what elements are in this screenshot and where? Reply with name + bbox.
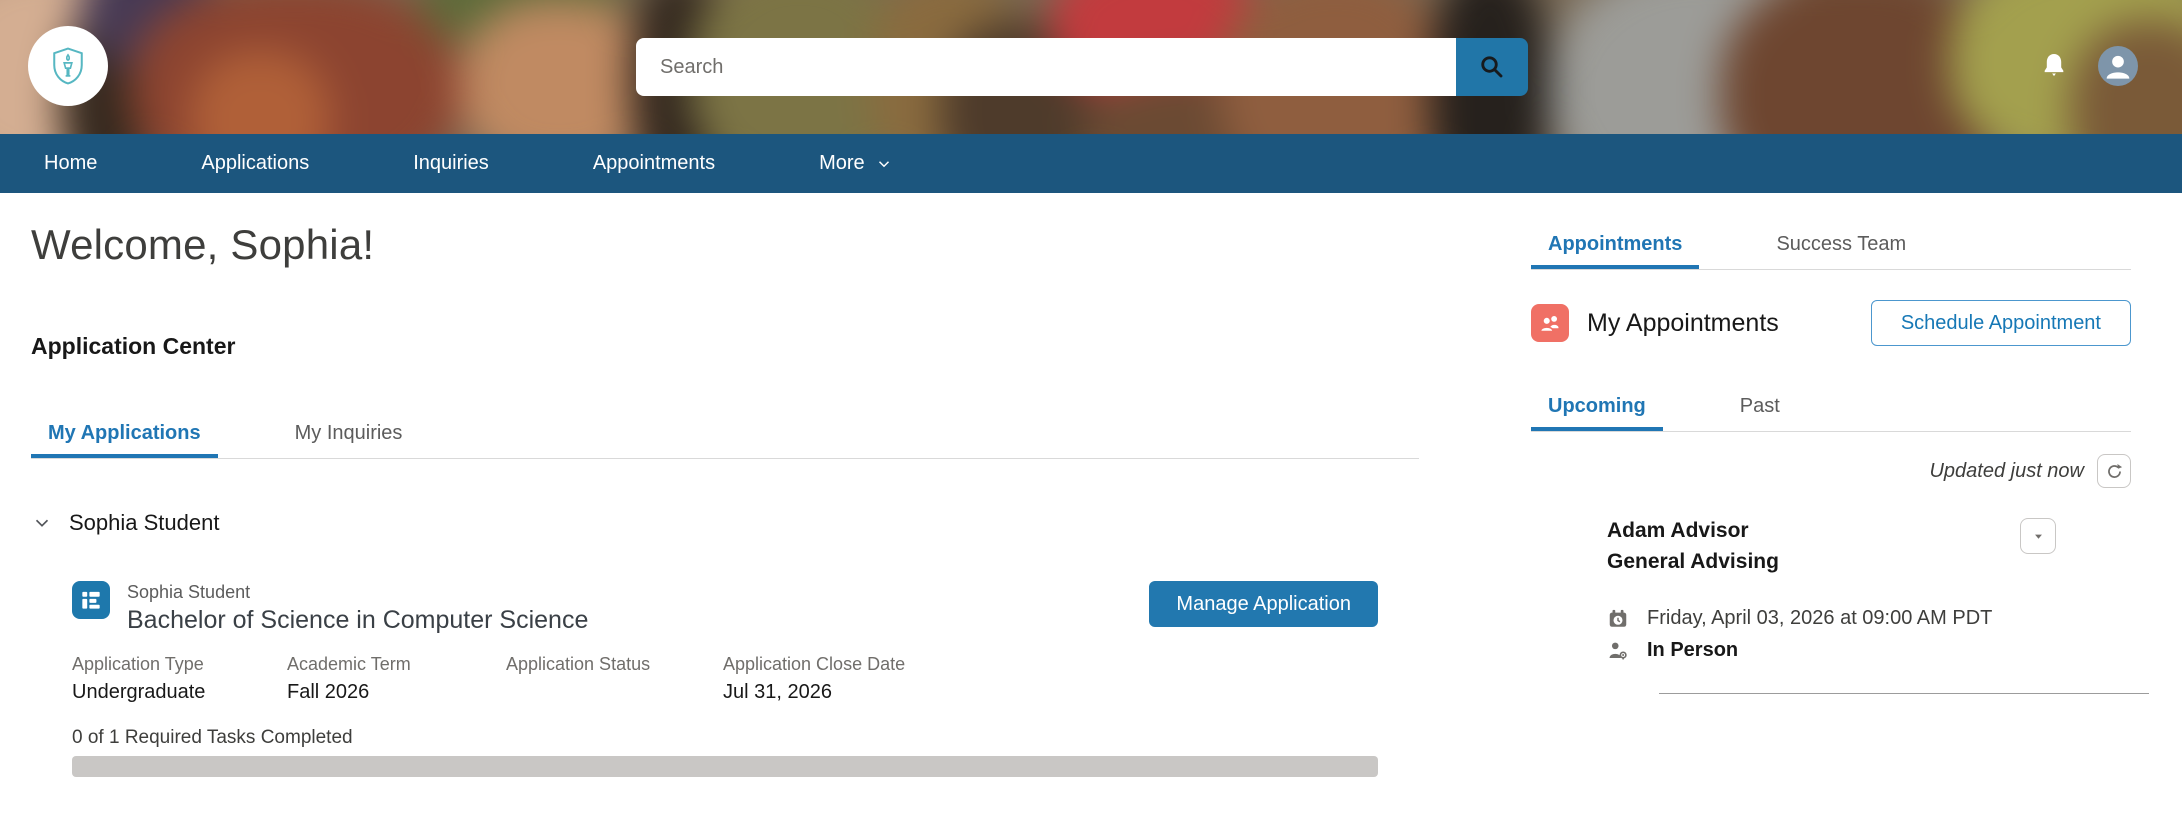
- program-name: Bachelor of Science in Computer Science: [127, 606, 589, 634]
- search-icon: [1481, 56, 1503, 78]
- application-center-title: Application Center: [31, 333, 236, 359]
- appointment-actions-menu-button[interactable]: [2020, 518, 2056, 554]
- tab-my-inquiries[interactable]: My Inquiries: [278, 421, 420, 458]
- appointment-mode: In Person: [1647, 639, 1739, 661]
- school-logo[interactable]: [28, 26, 108, 106]
- application-record-icon: [72, 581, 110, 619]
- appointments-panel: Appointments Success Team My Appointment…: [1531, 193, 2149, 694]
- application-center-section: Welcome, Sophia! Application Center My A…: [31, 193, 1421, 777]
- search-button[interactable]: [1456, 38, 1528, 96]
- appointment-card: Adam Advisor General Advising Friday, Ap…: [1531, 518, 2149, 694]
- person-icon: [2106, 55, 2130, 79]
- applicant-group-header[interactable]: Sophia Student: [31, 510, 1421, 536]
- main-nav: Home Applications Inquiries Appointments…: [0, 134, 2182, 193]
- my-appointments-title: My Appointments: [1587, 308, 1779, 337]
- user-avatar[interactable]: [2098, 46, 2138, 86]
- required-tasks-text: 0 of 1 Required Tasks Completed: [72, 727, 353, 748]
- my-appointments-header: My Appointments Schedule Appointment: [1531, 300, 2131, 346]
- person-location-icon: [1609, 642, 1627, 659]
- refresh-icon: [2107, 463, 2122, 478]
- applicant-name: Sophia Student: [127, 582, 251, 602]
- nav-more-label: More: [819, 152, 865, 174]
- refresh-button[interactable]: [2097, 454, 2131, 488]
- welcome-heading: Welcome, Sophia!: [31, 221, 375, 268]
- tab-appointments[interactable]: Appointments: [1531, 232, 1699, 269]
- shield-torch-icon: [53, 47, 83, 85]
- nav-item-inquiries[interactable]: Inquiries: [413, 152, 489, 175]
- schedule-appointment-button[interactable]: Schedule Appointment: [1870, 300, 2131, 346]
- appointment-datetime: Friday, April 03, 2026 at 09:00 AM PDT: [1647, 607, 1993, 629]
- tab-upcoming[interactable]: Upcoming: [1531, 394, 1663, 431]
- caret-down-icon: [2034, 534, 2042, 539]
- nav-item-more[interactable]: More: [819, 152, 893, 175]
- nav-item-applications[interactable]: Applications: [201, 152, 309, 175]
- last-updated-text: Updated just now: [1929, 459, 2084, 482]
- manage-application-button[interactable]: Manage Application: [1149, 581, 1378, 627]
- tasks-progress-bar: [72, 756, 1378, 777]
- appointment-mode-row: In Person: [1607, 639, 2131, 662]
- field-application-close-date: Application Close Date Jul 31, 2026: [723, 654, 906, 703]
- global-search: [636, 38, 1528, 96]
- last-updated-row: Updated just now: [1531, 454, 2131, 488]
- appointment-datetime-row: Friday, April 03, 2026 at 09:00 AM PDT: [1607, 607, 2131, 630]
- field-application-status: Application Status: [506, 654, 651, 674]
- hero-banner: [0, 0, 2182, 134]
- appointments-sub-tabs: Upcoming Past: [1531, 394, 2131, 432]
- application-center-tabs: My Applications My Inquiries: [31, 421, 1419, 459]
- tab-my-applications[interactable]: My Applications: [31, 421, 218, 458]
- nav-item-appointments[interactable]: Appointments: [593, 152, 715, 175]
- field-academic-term: Academic Term Fall 2026: [287, 654, 411, 703]
- applicant-group-label: Sophia Student: [69, 510, 220, 535]
- appointments-panel-tabs: Appointments Success Team: [1531, 232, 2131, 270]
- calendar-clock-icon: [1609, 609, 1627, 627]
- search-input[interactable]: [636, 38, 1456, 96]
- application-card: Sophia Student Bachelor of Science in Co…: [72, 581, 1378, 777]
- appointment-divider: [1659, 693, 2149, 694]
- tab-success-team[interactable]: Success Team: [1759, 232, 1923, 269]
- appointments-people-icon: [1531, 304, 1569, 342]
- chevron-down-icon: [878, 160, 889, 167]
- chevron-down-icon: [35, 519, 49, 527]
- appointment-type: General Advising: [1607, 550, 1779, 573]
- tab-past[interactable]: Past: [1723, 394, 1797, 431]
- field-application-type: Application Type Undergraduate: [72, 654, 206, 703]
- notifications-bell-icon[interactable]: [2038, 47, 2070, 85]
- application-fields: Application Type Undergraduate Academic …: [72, 653, 1378, 704]
- nav-item-home[interactable]: Home: [44, 152, 97, 175]
